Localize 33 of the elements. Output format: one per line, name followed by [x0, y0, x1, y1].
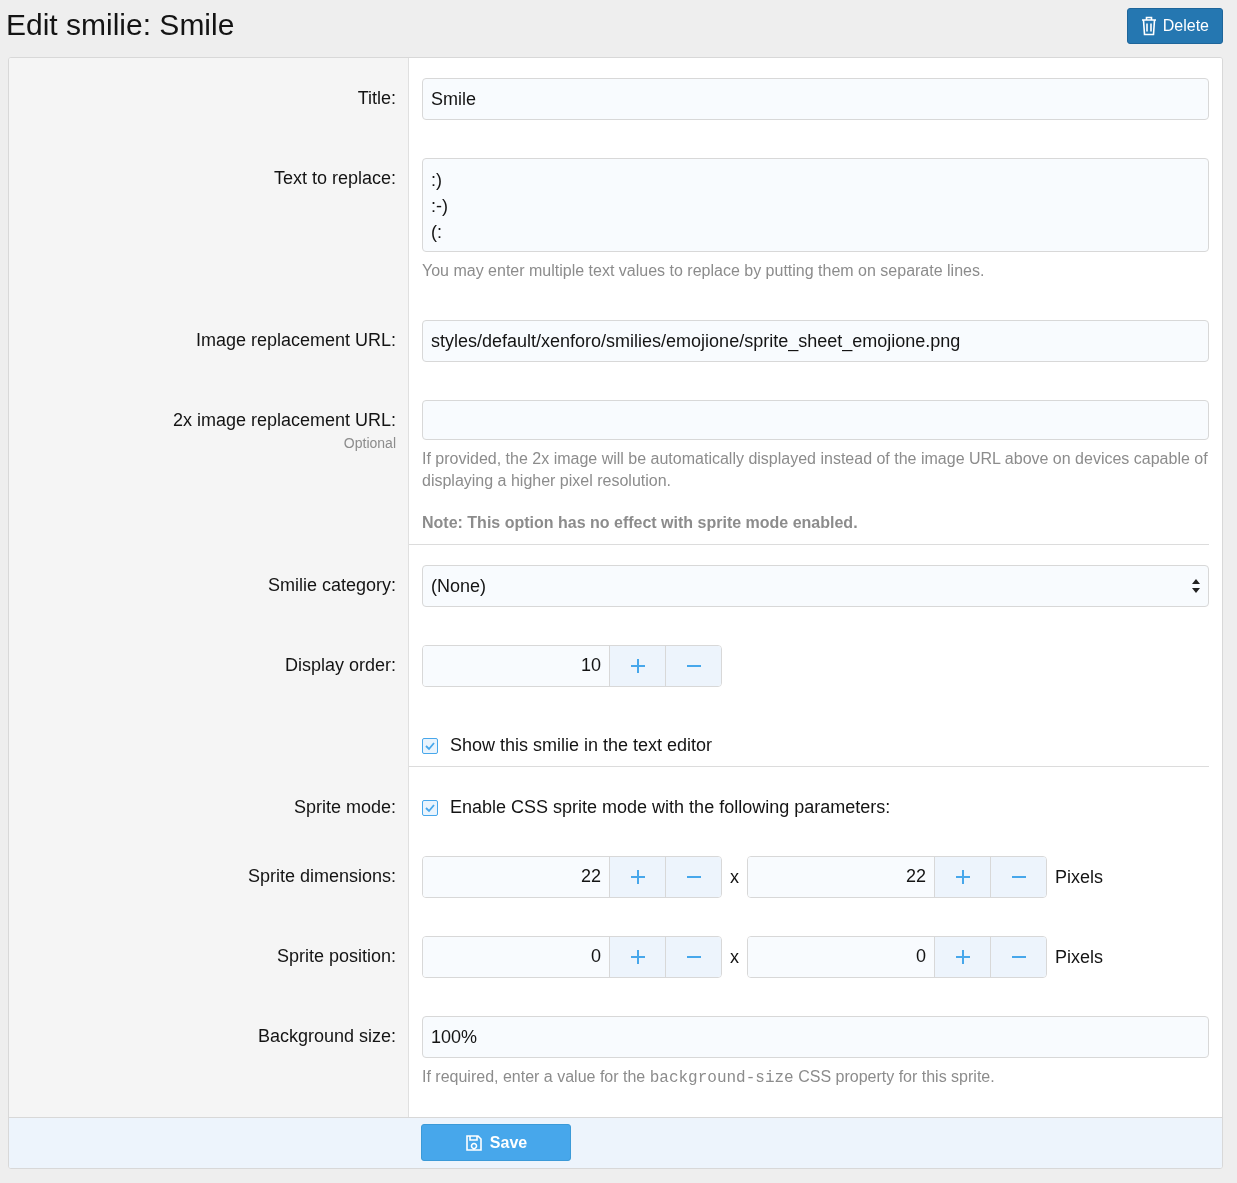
text-field[interactable]: Smile	[422, 78, 1209, 120]
text-field[interactable]	[422, 400, 1209, 440]
field-note: Note: This option has no effect with sprite mode enabled.	[422, 513, 859, 533]
delete-button[interactable]: Delete	[1126, 8, 1223, 44]
checkbox-label: Show this smilie in the text editor	[450, 735, 713, 756]
field-label: Smilie category:	[267, 575, 396, 596]
field-sublabel: Optional	[343, 435, 396, 451]
text-field[interactable]: 100%	[422, 1016, 1209, 1058]
times-separator: x	[730, 866, 739, 888]
field-label: Display order:	[284, 655, 396, 676]
field-label: Sprite dimensions:	[247, 866, 396, 887]
sort-arrows-icon	[1192, 579, 1200, 593]
unit-label: Pixels	[1055, 866, 1103, 888]
field-label: Text to replace:	[273, 168, 396, 189]
field-hint: If required, enter a value for the background-size CSS property for this sprite.	[422, 1067, 996, 1089]
trash-icon	[1140, 16, 1157, 36]
field-label: Image replacement URL:	[195, 330, 396, 351]
checkbox[interactable]	[422, 799, 438, 816]
text-area[interactable]: :) :-) (:	[422, 158, 1209, 252]
field-hint: If provided, the 2x image will be automatically displayed instead of the image URL above on devices capable of displaying a higher pixel resolution.	[422, 449, 1209, 491]
field-label: Title:	[357, 88, 396, 109]
checkbox-label: Enable CSS sprite mode with the following parameters:	[450, 797, 891, 818]
times-separator: x	[730, 946, 739, 968]
field-label: 2x image replacement URL:	[172, 410, 396, 431]
field-label: Background size:	[257, 1026, 396, 1047]
checkbox[interactable]	[422, 737, 438, 754]
text-field[interactable]: styles/default/xenforo/smilies/emojione/sprite_sheet_emojione.png	[422, 320, 1209, 362]
page-title: Edit smilie: Smile	[6, 8, 235, 42]
field-label: Sprite position:	[276, 946, 396, 967]
field-hint: You may enter multiple text values to replace by putting them on separate lines.	[422, 261, 986, 281]
category-select[interactable]: (None)	[422, 565, 1209, 607]
field-label: Sprite mode:	[293, 797, 396, 818]
unit-label: Pixels	[1055, 946, 1103, 968]
